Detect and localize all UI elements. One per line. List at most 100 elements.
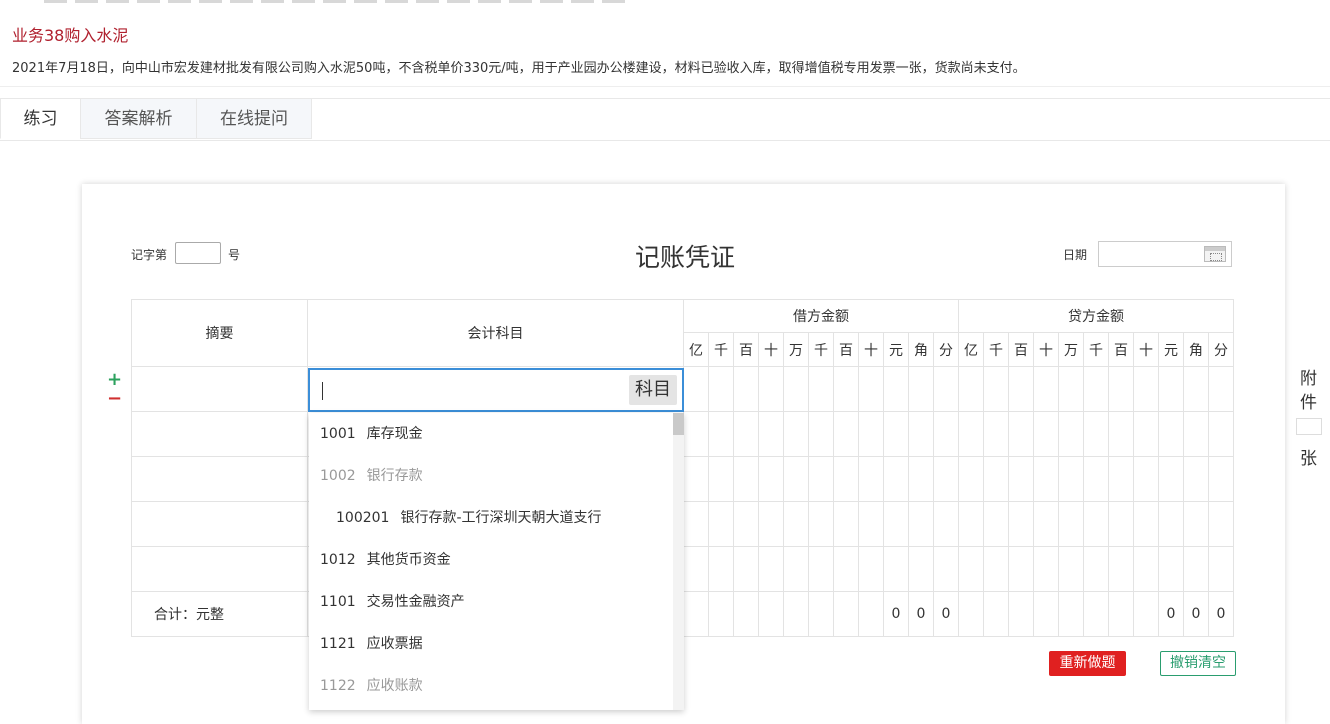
- debit-amount-cell[interactable]: [733, 501, 759, 547]
- debit-amount-cell[interactable]: [733, 411, 759, 457]
- credit-amount-cell[interactable]: [1108, 456, 1134, 502]
- credit-amount-cell[interactable]: [983, 546, 1009, 592]
- credit-amount-cell[interactable]: [1158, 546, 1184, 592]
- debit-amount-cell[interactable]: [908, 456, 934, 502]
- credit-amount-cell[interactable]: [958, 456, 984, 502]
- account-input[interactable]: 科目: [308, 368, 684, 412]
- debit-amount-cell[interactable]: [933, 501, 959, 547]
- credit-amount-cell[interactable]: [1083, 501, 1109, 547]
- credit-amount-cell[interactable]: [958, 411, 984, 457]
- debit-amount-cell[interactable]: [708, 501, 734, 547]
- credit-amount-cell[interactable]: [1108, 501, 1134, 547]
- credit-amount-cell[interactable]: [1083, 546, 1109, 592]
- debit-amount-cell[interactable]: [783, 411, 809, 457]
- credit-amount-cell[interactable]: [1008, 546, 1034, 592]
- credit-amount-cell[interactable]: [1008, 501, 1034, 547]
- account-option[interactable]: 1122 应收账款: [320, 665, 423, 707]
- summary-cell[interactable]: [131, 366, 308, 412]
- dropdown-scrollbar[interactable]: [673, 413, 684, 710]
- debit-amount-cell[interactable]: [733, 366, 759, 412]
- debit-amount-cell[interactable]: [933, 456, 959, 502]
- debit-amount-cell[interactable]: [758, 501, 784, 547]
- summary-cell[interactable]: [131, 501, 308, 547]
- tab-online-question[interactable]: 在线提问: [196, 98, 312, 139]
- remove-row-icon[interactable]: −: [107, 388, 122, 409]
- debit-amount-cell[interactable]: [708, 366, 734, 412]
- account-option[interactable]: 100201 银行存款-工行深圳天朝大道支行: [336, 497, 602, 539]
- summary-cell[interactable]: [131, 546, 308, 592]
- debit-amount-cell[interactable]: [758, 366, 784, 412]
- debit-amount-cell[interactable]: [808, 456, 834, 502]
- credit-amount-cell[interactable]: [983, 456, 1009, 502]
- credit-amount-cell[interactable]: [1133, 411, 1159, 457]
- debit-amount-cell[interactable]: [858, 411, 884, 457]
- credit-amount-cell[interactable]: [1158, 501, 1184, 547]
- debit-amount-cell[interactable]: [783, 456, 809, 502]
- redo-button[interactable]: 重新做题: [1049, 651, 1126, 676]
- debit-amount-cell[interactable]: [708, 456, 734, 502]
- debit-amount-cell[interactable]: [808, 366, 834, 412]
- debit-amount-cell[interactable]: [708, 546, 734, 592]
- credit-amount-cell[interactable]: [1033, 366, 1059, 412]
- credit-amount-cell[interactable]: [1008, 366, 1034, 412]
- credit-amount-cell[interactable]: [1208, 366, 1234, 412]
- credit-amount-cell[interactable]: [1108, 366, 1134, 412]
- tab-answer-analysis[interactable]: 答案解析: [80, 98, 197, 139]
- credit-amount-cell[interactable]: [1183, 411, 1209, 457]
- debit-amount-cell[interactable]: [858, 501, 884, 547]
- debit-amount-cell[interactable]: [833, 411, 859, 457]
- credit-amount-cell[interactable]: [1058, 366, 1084, 412]
- credit-amount-cell[interactable]: [1133, 456, 1159, 502]
- debit-amount-cell[interactable]: [808, 501, 834, 547]
- credit-amount-cell[interactable]: [1083, 411, 1109, 457]
- credit-amount-cell[interactable]: [1133, 501, 1159, 547]
- scrollbar-thumb[interactable]: [673, 413, 684, 435]
- debit-amount-cell[interactable]: [833, 456, 859, 502]
- credit-amount-cell[interactable]: [1208, 546, 1234, 592]
- debit-amount-cell[interactable]: [783, 546, 809, 592]
- credit-amount-cell[interactable]: [1033, 501, 1059, 547]
- credit-amount-cell[interactable]: [1033, 456, 1059, 502]
- add-row-icon[interactable]: +: [107, 369, 122, 390]
- debit-amount-cell[interactable]: [833, 501, 859, 547]
- debit-amount-cell[interactable]: [683, 546, 709, 592]
- debit-amount-cell[interactable]: [733, 456, 759, 502]
- credit-amount-cell[interactable]: [1108, 546, 1134, 592]
- credit-amount-cell[interactable]: [1033, 411, 1059, 457]
- debit-amount-cell[interactable]: [708, 411, 734, 457]
- debit-amount-cell[interactable]: [883, 366, 909, 412]
- debit-amount-cell[interactable]: [683, 456, 709, 502]
- debit-amount-cell[interactable]: [883, 411, 909, 457]
- credit-amount-cell[interactable]: [1058, 501, 1084, 547]
- credit-amount-cell[interactable]: [958, 501, 984, 547]
- debit-amount-cell[interactable]: [908, 501, 934, 547]
- credit-amount-cell[interactable]: [1183, 366, 1209, 412]
- debit-amount-cell[interactable]: [908, 546, 934, 592]
- debit-amount-cell[interactable]: [783, 366, 809, 412]
- debit-amount-cell[interactable]: [908, 366, 934, 412]
- credit-amount-cell[interactable]: [1158, 411, 1184, 457]
- clear-button[interactable]: 撤销清空: [1160, 651, 1236, 676]
- credit-amount-cell[interactable]: [1083, 366, 1109, 412]
- credit-amount-cell[interactable]: [1183, 456, 1209, 502]
- debit-amount-cell[interactable]: [683, 411, 709, 457]
- credit-amount-cell[interactable]: [1058, 411, 1084, 457]
- credit-amount-cell[interactable]: [1058, 456, 1084, 502]
- debit-amount-cell[interactable]: [758, 411, 784, 457]
- debit-amount-cell[interactable]: [758, 546, 784, 592]
- debit-amount-cell[interactable]: [883, 501, 909, 547]
- attachment-count-input[interactable]: [1296, 418, 1322, 435]
- account-option[interactable]: 1012 其他货币资金: [320, 539, 451, 581]
- voucher-number-input[interactable]: [175, 242, 221, 264]
- credit-amount-cell[interactable]: [1183, 501, 1209, 547]
- debit-amount-cell[interactable]: [858, 546, 884, 592]
- debit-amount-cell[interactable]: [808, 411, 834, 457]
- credit-amount-cell[interactable]: [1208, 501, 1234, 547]
- debit-amount-cell[interactable]: [883, 546, 909, 592]
- credit-amount-cell[interactable]: [983, 501, 1009, 547]
- credit-amount-cell[interactable]: [1133, 366, 1159, 412]
- debit-amount-cell[interactable]: [933, 366, 959, 412]
- credit-amount-cell[interactable]: [1008, 456, 1034, 502]
- debit-amount-cell[interactable]: [833, 366, 859, 412]
- credit-amount-cell[interactable]: [1208, 456, 1234, 502]
